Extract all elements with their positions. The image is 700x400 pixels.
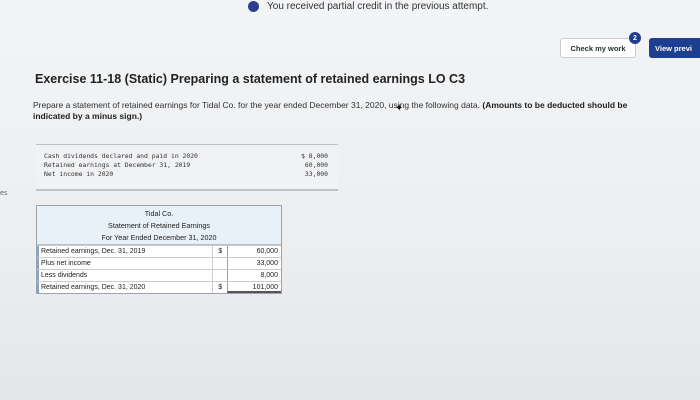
table-row: Less dividends 8,000 bbox=[37, 269, 281, 281]
attempt-count-badge: 2 bbox=[629, 32, 641, 44]
view-previous-label: View previ bbox=[655, 43, 692, 53]
banner-text: You received partial credit in the previ… bbox=[267, 0, 489, 12]
side-marker-text: es bbox=[0, 190, 8, 197]
info-icon bbox=[248, 0, 259, 12]
given-data-box: Cash dividends declared and paid in 2020… bbox=[36, 144, 338, 191]
check-my-work-button[interactable]: Check my work bbox=[560, 38, 636, 58]
statement-period: For Year Ended December 31, 2020 bbox=[101, 233, 217, 242]
row-amount-input[interactable]: 101,000 bbox=[227, 282, 281, 293]
given-row: Cash dividends declared and paid in 2020… bbox=[44, 152, 334, 161]
table-row: Plus net income 33,000 bbox=[37, 257, 281, 269]
statement-header: Tidal Co. Statement of Retained Earnings… bbox=[37, 206, 281, 245]
given-label: Net income in 2020 bbox=[44, 170, 114, 178]
table-row: Retained earnings, Dec. 31, 2020 $ 101,0… bbox=[37, 281, 281, 293]
given-label: Retained earnings at December 31, 2019 bbox=[44, 161, 191, 169]
given-value: $ 8,000 bbox=[301, 152, 328, 160]
exercise-instructions: Prepare a statement of retained earnings… bbox=[33, 100, 653, 122]
row-label-input[interactable]: Plus net income bbox=[37, 258, 212, 269]
partial-credit-banner: You received partial credit in the previ… bbox=[248, 0, 488, 16]
row-currency: $ bbox=[212, 282, 227, 293]
page-background bbox=[0, 0, 700, 400]
row-label-input[interactable]: Retained earnings, Dec. 31, 2020 bbox=[37, 282, 212, 293]
table-row: Retained earnings, Dec. 31, 2019 $ 60,00… bbox=[37, 245, 281, 257]
given-value: 33,000 bbox=[304, 170, 328, 178]
row-currency bbox=[212, 258, 227, 269]
statement-name: Statement of Retained Earnings bbox=[108, 221, 210, 230]
row-amount-input[interactable]: 8,000 bbox=[227, 270, 281, 281]
given-row: Retained earnings at December 31, 2019 6… bbox=[44, 161, 334, 170]
row-label-input[interactable]: Retained earnings, Dec. 31, 2019 bbox=[37, 246, 212, 257]
given-value: 60,000 bbox=[304, 161, 328, 169]
row-label-input[interactable]: Less dividends bbox=[37, 270, 212, 281]
mouse-cursor-icon: ✦ bbox=[395, 103, 404, 114]
exercise-title: Exercise 11-18 (Static) Preparing a stat… bbox=[35, 72, 466, 86]
given-row: Net income in 2020 33,000 bbox=[44, 170, 334, 179]
retained-earnings-statement: Tidal Co. Statement of Retained Earnings… bbox=[36, 205, 282, 294]
row-amount-input[interactable]: 33,000 bbox=[227, 258, 281, 269]
view-previous-button[interactable]: View previ bbox=[649, 38, 700, 58]
statement-company: Tidal Co. bbox=[144, 209, 174, 218]
row-currency: $ bbox=[212, 246, 227, 257]
given-label: Cash dividends declared and paid in 2020 bbox=[44, 152, 198, 160]
row-currency bbox=[212, 270, 227, 281]
check-my-work-label: Check my work bbox=[570, 43, 626, 53]
instructions-text: Prepare a statement of retained earnings… bbox=[33, 100, 480, 110]
row-amount-input[interactable]: 60,000 bbox=[227, 246, 281, 257]
